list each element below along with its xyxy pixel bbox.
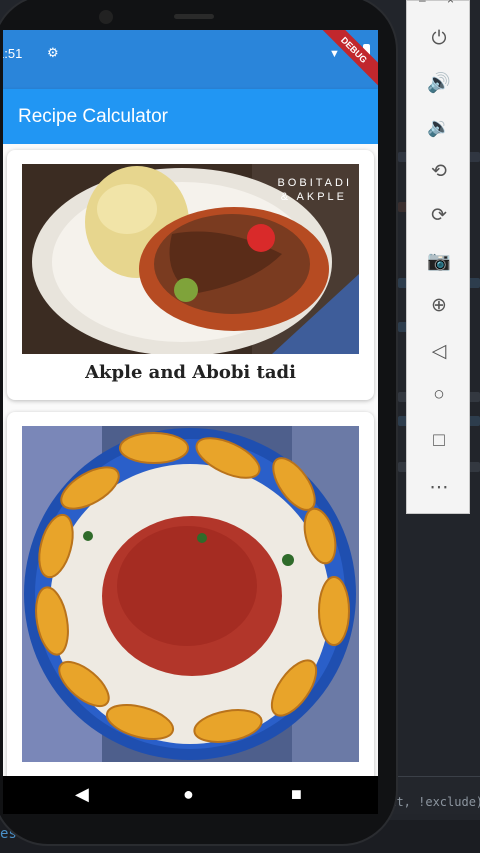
- close-button[interactable]: ×: [447, 0, 480, 9]
- power-icon[interactable]: ⏻: [407, 19, 471, 59]
- rotate-right-icon[interactable]: ⟳: [407, 195, 471, 235]
- nav-back-icon[interactable]: ◀: [75, 784, 89, 805]
- app-title: Recipe Calculator: [18, 106, 168, 127]
- phone-frame: 1:51 ⚙ ▼ DEBUG Recipe Calculator: [0, 0, 398, 846]
- recipe-photo-art: [22, 426, 359, 762]
- debug-banner: DEBUG: [318, 30, 378, 86]
- recipe-photo: BOBITADI & AKPLE: [22, 164, 359, 354]
- back-triangle-icon[interactable]: ◁: [407, 331, 471, 371]
- android-nav-bar: ◀ ● ■: [3, 776, 378, 814]
- status-bar: 1:51 ⚙ ▼ DEBUG: [3, 30, 378, 89]
- nav-home-icon[interactable]: ●: [183, 784, 194, 805]
- recipe-card[interactable]: [7, 412, 374, 776]
- wifi-icon: ▼: [329, 48, 340, 60]
- phone-screen: 1:51 ⚙ ▼ DEBUG Recipe Calculator: [3, 30, 378, 814]
- home-circle-icon[interactable]: ○: [407, 375, 471, 415]
- emulator-toolbar: – × ⏻ 🔊 🔉 ⟲ ⟳ 📷 ⊕ ◁ ○ □ ⋯: [406, 0, 470, 514]
- more-icon[interactable]: ⋯: [407, 467, 471, 507]
- speaker-grille: [174, 14, 214, 19]
- rotate-left-icon[interactable]: ⟲: [407, 151, 471, 191]
- recipe-photo-art: BOBITADI & AKPLE: [22, 164, 359, 354]
- recipe-name: Akple and Abobi tadi: [85, 362, 296, 383]
- app-bar: Recipe Calculator: [3, 89, 378, 144]
- recipe-photo: [22, 426, 359, 762]
- photo-watermark: & AKPLE: [281, 191, 347, 203]
- volume-up-icon[interactable]: 🔊: [407, 63, 471, 103]
- front-camera: [99, 10, 113, 24]
- recipe-list[interactable]: BOBITADI & AKPLE Akple and Abobi tadi: [3, 144, 378, 776]
- overview-square-icon[interactable]: □: [407, 421, 471, 461]
- status-time: 1:51: [3, 46, 23, 61]
- recipe-card[interactable]: BOBITADI & AKPLE Akple and Abobi tadi: [7, 150, 374, 400]
- camera-icon[interactable]: 📷: [407, 241, 471, 281]
- zoom-icon[interactable]: ⊕: [407, 285, 471, 325]
- gear-icon: ⚙: [47, 45, 59, 60]
- photo-watermark: BOBITADI: [277, 177, 352, 189]
- volume-down-icon[interactable]: 🔉: [407, 107, 471, 147]
- nav-recents-icon[interactable]: ■: [291, 784, 302, 805]
